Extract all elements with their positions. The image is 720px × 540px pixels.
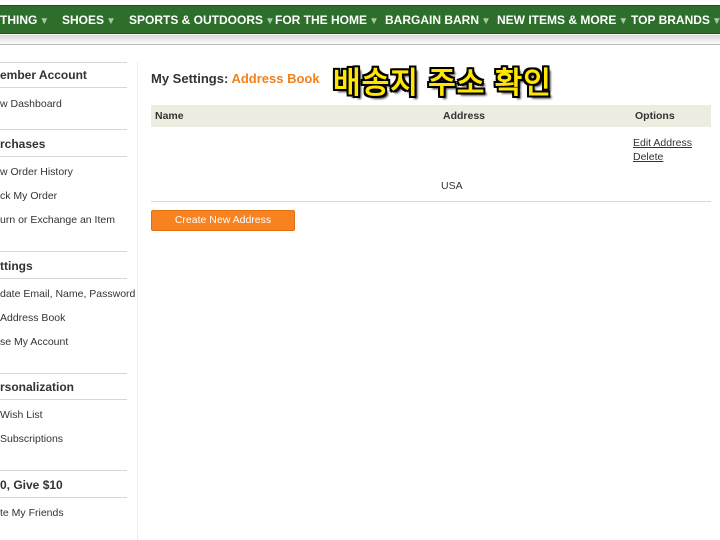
column-header-options: Options [635,110,675,122]
sidebar-heading-member-account: ember Account [0,68,87,82]
sidebar-divider [0,251,127,252]
sidebar-heading-purchases: rchases [0,137,46,151]
nav-item-clothing[interactable]: THING ▼ [0,6,49,34]
chevron-down-icon: ▼ [265,16,275,27]
sidebar-link-subscriptions[interactable]: Subscriptions [0,433,63,445]
nav-item-label: TOP BRANDS [631,13,710,27]
table-row-divider [151,201,711,202]
sidebar-link-invite-friends[interactable]: te My Friends [0,507,64,519]
nav-item-label: BARGAIN BARN [385,13,479,27]
nav-item-label: SHOES [62,13,105,27]
row-address-cell: USA [441,180,463,192]
nav-item-label: NEW ITEMS & MORE [497,13,617,27]
nav-divider [0,44,720,45]
sidebar-divider [0,156,127,157]
sidebar-link-wish-list[interactable]: Wish List [0,409,43,421]
address-table-header: Name Address Options [151,105,711,127]
edit-address-link[interactable]: Edit Address [633,137,692,149]
nav-item-bargain-barn[interactable]: BARGAIN BARN ▼ [385,6,491,34]
chevron-down-icon: ▼ [711,16,720,27]
chevron-down-icon: ▼ [39,16,50,27]
sidebar-divider [0,62,127,63]
sidebar-divider [0,373,127,374]
nav-item-new-items[interactable]: NEW ITEMS & MORE ▼ [497,6,628,34]
sidebar-divider [0,470,127,471]
nav-item-label: THING [0,13,38,27]
chevron-down-icon: ▼ [369,16,379,27]
sidebar-heading-settings: ttings [0,259,33,273]
nav-item-shoes[interactable]: SHOES ▼ [62,6,116,34]
sidebar-divider [0,278,127,279]
sidebar-divider [0,129,127,130]
column-header-name: Name [155,110,184,122]
create-new-address-button[interactable]: Create New Address [151,210,295,231]
nav-item-for-the-home[interactable]: FOR THE HOME ▼ [275,6,379,34]
sidebar-link-view-dashboard[interactable]: w Dashboard [0,98,62,110]
sidebar-divider [0,87,127,88]
sidebar-link-address-book[interactable]: Address Book [0,312,65,324]
nav-item-sports-outdoors[interactable]: SPORTS & OUTDOORS ▼ [129,6,275,34]
page-title-prefix: My Settings: [151,71,229,86]
sidebar-link-return-exchange[interactable]: urn or Exchange an Item [0,214,115,226]
sidebar-link-update-email[interactable]: date Email, Name, Password [0,288,135,300]
top-navigation-bar: THING ▼ SHOES ▼ SPORTS & OUTDOORS ▼ FOR THE… [0,5,720,34]
delete-address-link[interactable]: Delete [633,151,663,163]
sidebar-heading-give-get: 0, Give $10 [0,478,63,492]
sidebar-divider [0,497,127,498]
korean-caption-overlay: 배송지 주소 확인 [333,67,552,100]
sidebar-link-order-history[interactable]: w Order History [0,166,73,178]
account-sidebar: ember Account w Dashboard rchases w Orde… [0,62,138,540]
sidebar-link-track-order[interactable]: ck My Order [0,190,57,202]
nav-item-label: SPORTS & OUTDOORS [129,13,264,27]
nav-item-top-brands[interactable]: TOP BRANDS ▼ [631,6,720,34]
page-title: My Settings: Address Book [151,71,320,86]
nav-item-label: FOR THE HOME [275,13,367,27]
chevron-down-icon: ▼ [618,16,629,27]
sidebar-link-close-account[interactable]: se My Account [0,336,68,348]
page-title-accent: Address Book [231,71,320,86]
sidebar-heading-personalization: rsonalization [0,380,75,394]
sidebar-divider [0,399,127,400]
chevron-down-icon: ▼ [481,16,491,27]
column-header-address: Address [443,110,486,122]
chevron-down-icon: ▼ [106,16,116,27]
